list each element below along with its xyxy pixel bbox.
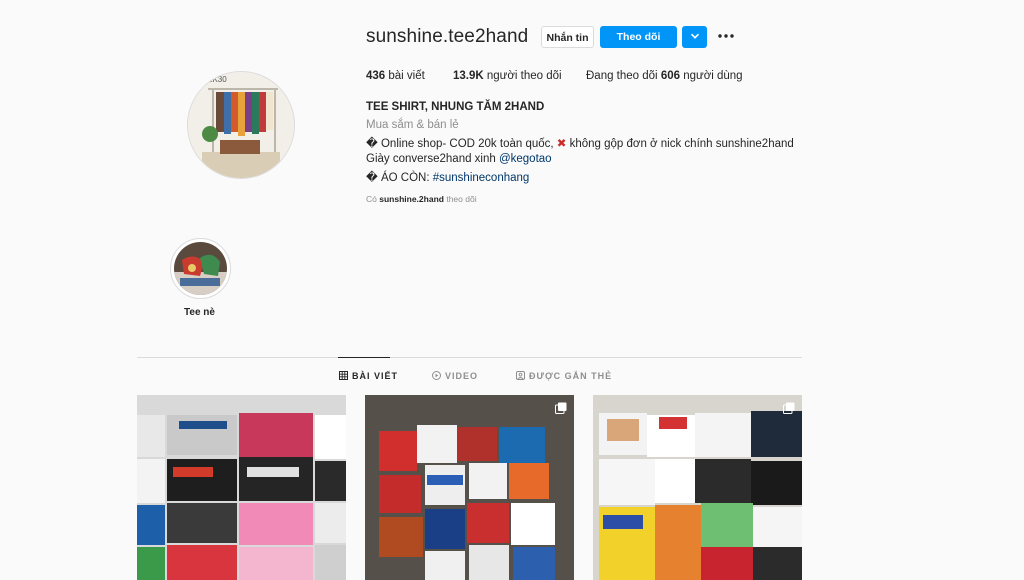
post-thumbnail[interactable] — [593, 395, 802, 580]
followed-by-prefix: Có — [366, 194, 377, 204]
tab-video[interactable]: VIDEO — [432, 371, 478, 381]
follow-button[interactable]: Theo dõi — [600, 26, 677, 48]
profile-full-name: TEE SHIRT, NHUNG TĂM 2HAND — [366, 101, 545, 113]
play-icon — [432, 371, 441, 380]
followers-stat[interactable]: 13.9K người theo dõi — [453, 70, 562, 82]
tab-tagged[interactable]: ĐƯỢC GẮN THẺ — [516, 371, 612, 381]
hashtag-link[interactable]: #sunshineconhang — [433, 172, 530, 184]
mention-link[interactable]: @kegotao — [499, 153, 552, 165]
followers-label: người theo dõi — [486, 70, 562, 82]
bio-text: � ÁO CÒN: — [366, 172, 433, 184]
bio-text: � Online shop- COD 20k toàn quốc, — [366, 138, 557, 150]
profile-avatar[interactable]: 1K30 — [187, 71, 295, 179]
bio-line-1: � Online shop- COD 20k toàn quốc, ✖ khôn… — [366, 136, 794, 150]
tabs-divider — [137, 357, 802, 358]
post-thumbnail[interactable] — [137, 395, 346, 580]
tab-posts[interactable]: BÀI VIẾT — [339, 371, 398, 381]
posts-count-stat: 436 bài viết — [366, 70, 425, 82]
highlight-cover[interactable] — [174, 242, 227, 295]
ellipsis-icon — [718, 34, 734, 38]
active-tab-indicator — [338, 357, 390, 358]
highlight-label[interactable]: Tee nè — [170, 307, 229, 318]
posts-label: bài viết — [388, 70, 425, 82]
cross-mark-icon: ✖ — [556, 138, 567, 150]
multiple-posts-icon — [555, 402, 567, 414]
bio-text: Giày converse2hand xinh — [366, 153, 499, 165]
multiple-posts-icon — [783, 402, 795, 414]
following-prefix: Đang theo dõi — [586, 70, 658, 82]
tag-icon — [516, 371, 525, 380]
profile-category: Mua sắm & bán lẻ — [366, 119, 459, 131]
tab-label: VIDEO — [445, 371, 479, 381]
profile-username: sunshine.tee2hand — [366, 26, 529, 47]
grid-icon — [339, 371, 348, 380]
followers-count: 13.9K — [453, 70, 484, 82]
tab-label: BÀI VIẾT — [352, 371, 399, 381]
bio-line-3: � ÁO CÒN: #sunshineconhang — [366, 170, 529, 184]
message-button[interactable]: Nhắn tin — [541, 26, 594, 48]
suggested-dropdown-button[interactable] — [682, 26, 707, 48]
following-stat[interactable]: Đang theo dõi 606 người dùng — [586, 70, 743, 82]
avatar-brand-text: 1K30 — [208, 75, 227, 84]
bio-line-2: Giày converse2hand xinh @kegotao — [366, 153, 552, 165]
followed-by-user: sunshine.2hand — [379, 194, 444, 204]
posts-count: 436 — [366, 70, 386, 82]
more-options-button[interactable] — [717, 25, 735, 46]
followed-by[interactable]: Có sunshine.2hand theo dõi — [366, 194, 477, 204]
followed-by-suffix: theo dõi — [446, 194, 477, 204]
tab-label: ĐƯỢC GẮN THẺ — [529, 371, 613, 381]
following-count: 606 — [660, 70, 681, 82]
bio-text: không gộp đơn ở nick chính sunshine2hand — [566, 138, 794, 150]
chevron-down-icon — [690, 33, 699, 39]
post-thumbnail[interactable] — [365, 395, 574, 580]
following-label: người dùng — [683, 70, 743, 82]
